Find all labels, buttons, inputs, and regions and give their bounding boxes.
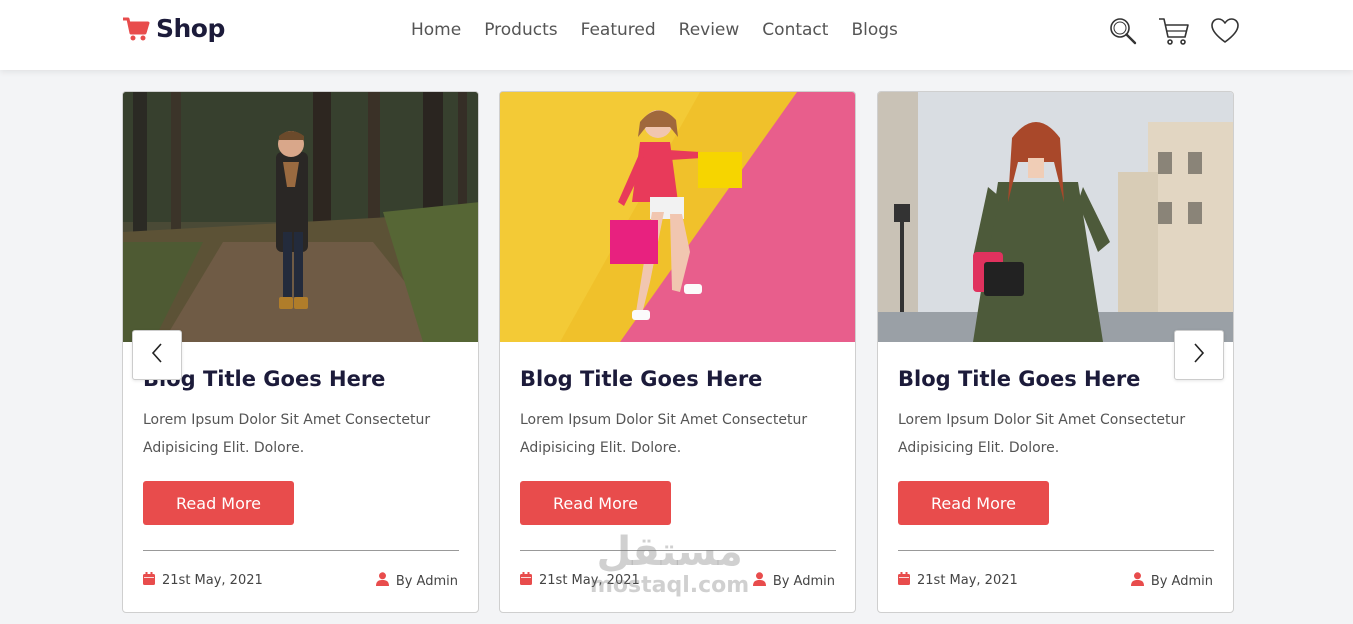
watermark: مستقل mostaql.com (590, 530, 749, 598)
search-icon[interactable] (1108, 16, 1138, 46)
nav-contact[interactable]: Contact (762, 20, 828, 40)
card-author: By Admin (752, 572, 835, 590)
main-nav: Home Products Featured Review Contact Bl… (411, 20, 898, 40)
user-icon (1130, 572, 1144, 590)
card-divider (898, 550, 1214, 551)
site-header: Shop Home Products Featured Review Conta… (0, 0, 1353, 70)
header-icons (1108, 16, 1240, 46)
chevron-right-icon (1192, 342, 1206, 368)
user-icon (375, 572, 389, 590)
calendar-icon (520, 572, 532, 589)
chevron-left-icon (150, 342, 164, 368)
nav-blogs[interactable]: Blogs (851, 20, 897, 40)
card-date: 21st May, 2021 (143, 572, 263, 589)
author-text: By Admin (395, 573, 458, 589)
calendar-icon (898, 572, 910, 589)
card-text: Lorem Ipsum Dolor Sit Amet Consectetur A… (898, 412, 1186, 456)
cart-logo-icon (122, 16, 150, 42)
card-text: Lorem Ipsum Dolor Sit Amet Consectetur A… (520, 412, 808, 456)
logo[interactable]: Shop (122, 14, 225, 43)
cart-icon[interactable] (1158, 16, 1190, 46)
card-image (500, 92, 855, 342)
user-icon (752, 572, 766, 590)
read-more-button[interactable]: Read More (520, 481, 671, 525)
date-text: 21st May, 2021 (162, 573, 263, 588)
nav-home[interactable]: Home (411, 20, 461, 40)
read-more-button[interactable]: Read More (898, 481, 1049, 525)
card-image (123, 92, 478, 342)
card-date: 21st May, 2021 (898, 572, 1018, 589)
slider-prev-button[interactable] (132, 330, 182, 380)
card-text: Lorem Ipsum Dolor Sit Amet Consectetur A… (143, 412, 431, 456)
slider-next-button[interactable] (1174, 330, 1224, 380)
card-author: By Admin (375, 572, 458, 590)
card-divider (143, 550, 459, 551)
author-text: By Admin (772, 573, 835, 589)
read-more-button[interactable]: Read More (143, 481, 294, 525)
card-title: Blog Title Goes Here (520, 367, 763, 391)
card-author: By Admin (1130, 572, 1213, 590)
date-text: 21st May, 2021 (917, 573, 1018, 588)
heart-icon[interactable] (1210, 17, 1240, 45)
nav-featured[interactable]: Featured (581, 20, 656, 40)
watermark-latin: mostaql.com (590, 573, 750, 598)
card-image (878, 92, 1233, 342)
watermark-arabic: مستقل (596, 529, 743, 575)
nav-review[interactable]: Review (679, 20, 740, 40)
logo-text: Shop (156, 14, 225, 43)
calendar-icon (143, 572, 155, 589)
author-text: By Admin (1150, 573, 1213, 589)
nav-products[interactable]: Products (484, 20, 557, 40)
card-title: Blog Title Goes Here (898, 367, 1141, 391)
